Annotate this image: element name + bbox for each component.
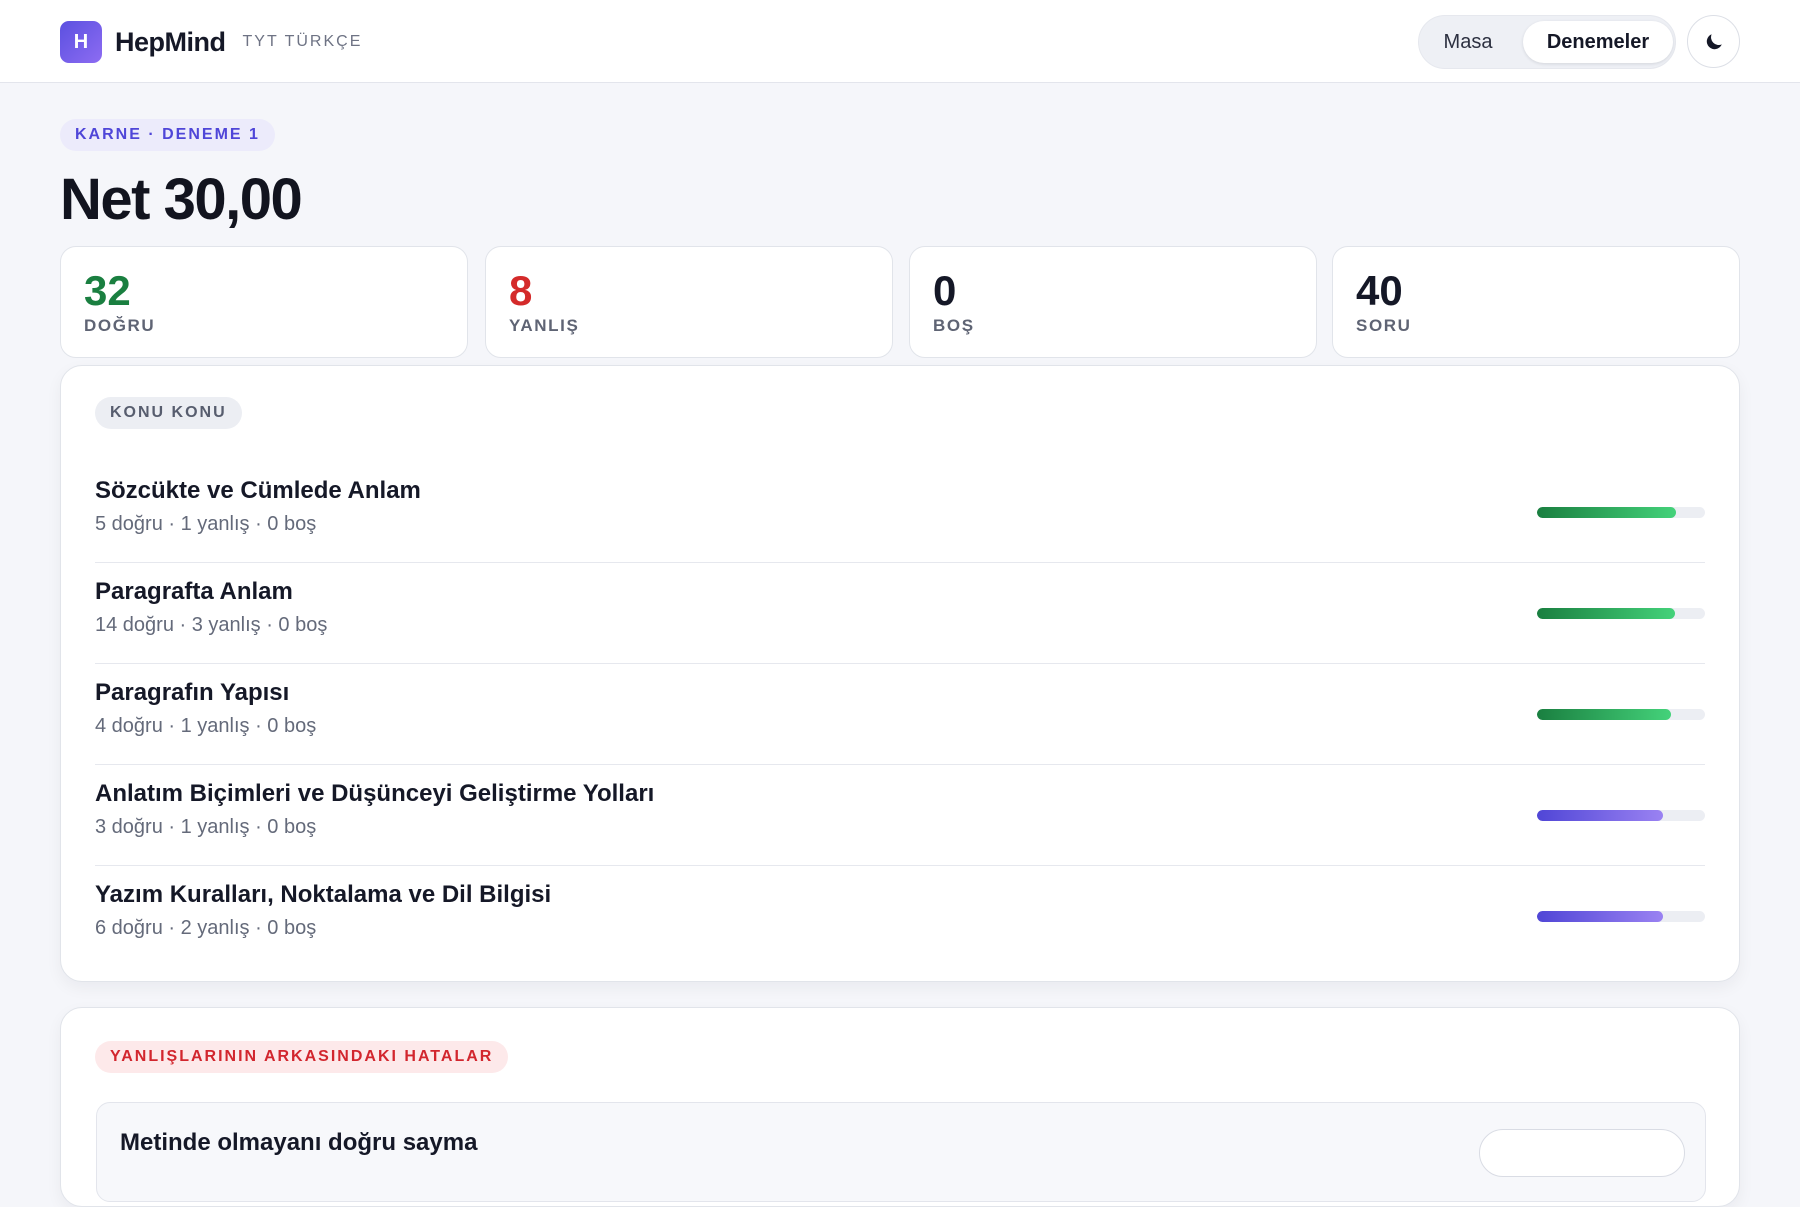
logo: H <box>60 21 102 63</box>
nav-masa-button[interactable]: Masa <box>1425 21 1511 63</box>
stat-label: BOŞ <box>933 316 975 335</box>
topic-name: Sözcükte ve Cümlede Anlam <box>95 477 421 504</box>
topic-list: Sözcükte ve Cümlede Anlam 5 doğru · 1 ya… <box>60 365 1740 982</box>
stat-card-empty: 0 BOŞ <box>909 246 1317 358</box>
topic-stats: 14 doğru · 3 yanlış · 0 boş <box>95 614 328 636</box>
mistakes-card: Metinde olmayanı doğru sayma <box>60 1007 1740 1207</box>
report-badge: KARNE · DENEME 1 <box>60 119 275 151</box>
topic-progress-bar <box>1537 507 1705 518</box>
topic-row[interactable]: Paragrafın Yapısı 4 doğru · 1 yanlış · 0… <box>95 664 1705 765</box>
topic-progress-fill <box>1537 709 1672 720</box>
brand-subtitle: TYT TÜRKÇE <box>242 33 363 50</box>
topic-progress-bar <box>1537 911 1705 922</box>
topic-name: Yazım Kuralları, Noktalama ve Dil Bilgis… <box>95 881 552 908</box>
net-score-title: Net 30,00 <box>60 167 303 232</box>
topic-progress-bar <box>1537 608 1705 619</box>
moon-icon <box>1706 33 1722 49</box>
stat-card-total: 40 SORU <box>1332 246 1740 358</box>
nav-denemeler-button[interactable]: Denemeler <box>1523 21 1673 63</box>
stat-label: DOĞRU <box>84 316 156 335</box>
stat-card-wrong: 8 YANLIŞ <box>485 246 893 358</box>
mistake-item[interactable]: Metinde olmayanı doğru sayma <box>96 1102 1706 1202</box>
stat-value: 0 <box>933 267 957 314</box>
stat-label: YANLIŞ <box>509 316 580 335</box>
topic-row[interactable]: Sözcükte ve Cümlede Anlam 5 doğru · 1 ya… <box>95 462 1705 563</box>
topic-stats: 5 doğru · 1 yanlış · 0 boş <box>95 513 317 535</box>
brand[interactable]: H HepMind TYT TÜRKÇE <box>60 21 362 63</box>
nav-toggle: Masa Denemeler <box>1418 15 1676 69</box>
topic-row[interactable]: Paragrafta Anlam 14 doğru · 3 yanlış · 0… <box>95 563 1705 664</box>
topic-name: Paragrafın Yapısı <box>95 679 290 706</box>
stat-label: SORU <box>1356 316 1412 335</box>
topic-stats: 4 doğru · 1 yanlış · 0 boş <box>95 715 317 737</box>
stat-value: 32 <box>84 267 131 314</box>
stat-value: 40 <box>1356 267 1403 314</box>
top-bar: H HepMind TYT TÜRKÇE Masa Denemeler <box>0 0 1800 83</box>
topic-progress-fill <box>1537 608 1675 619</box>
stat-value: 8 <box>509 267 533 314</box>
theme-toggle-button[interactable] <box>1687 15 1740 68</box>
topic-name: Anlatım Biçimleri ve Düşünceyi Geliştirm… <box>95 780 655 807</box>
topic-stats: 6 doğru · 2 yanlış · 0 boş <box>95 917 317 939</box>
topic-progress-fill <box>1537 810 1663 821</box>
stat-card-correct: 32 DOĞRU <box>60 246 468 358</box>
topic-progress-fill <box>1537 911 1663 922</box>
topic-stats: 3 doğru · 1 yanlış · 0 boş <box>95 816 317 838</box>
topic-progress-bar <box>1537 810 1705 821</box>
mistake-action-button[interactable] <box>1479 1129 1685 1177</box>
mistakes-badge: YANLIŞLARININ ARKASINDAKI HATALAR <box>95 1041 509 1073</box>
topic-progress-bar <box>1537 709 1705 720</box>
topic-name: Paragrafta Anlam <box>95 578 293 605</box>
brand-name: HepMind <box>115 26 226 57</box>
topic-row[interactable]: Anlatım Biçimleri ve Düşünceyi Geliştirm… <box>95 765 1705 866</box>
mistake-title: Metinde olmayanı doğru sayma <box>120 1129 478 1156</box>
topic-row[interactable]: Yazım Kuralları, Noktalama ve Dil Bilgis… <box>95 866 1705 967</box>
topic-progress-fill <box>1537 507 1677 518</box>
